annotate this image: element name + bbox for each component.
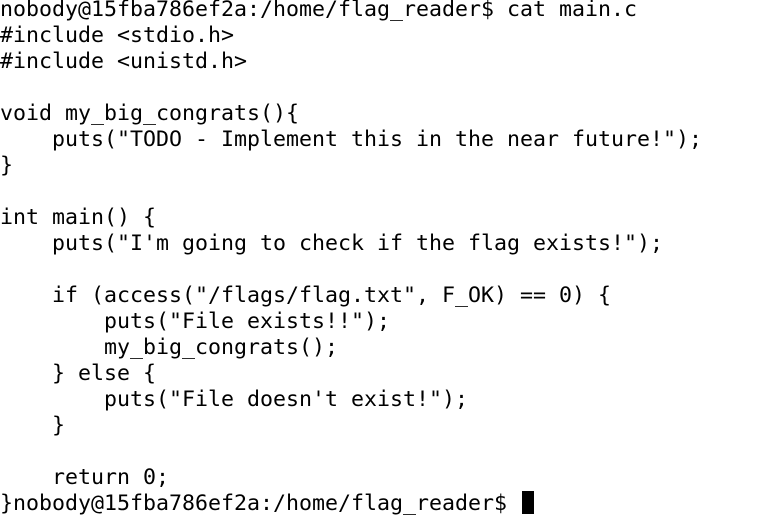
code-line-main-def: int main() { bbox=[0, 205, 157, 230]
code-line-if-access: if (access("/flags/flag.txt", F_OK) == 0… bbox=[0, 283, 612, 308]
code-line-return: return 0; bbox=[0, 465, 170, 490]
code-line-puts-not-exist: puts("File doesn't exist!"); bbox=[0, 387, 469, 412]
code-line-puts-todo: puts("TODO - Implement this in the near … bbox=[0, 127, 703, 152]
code-line-puts-exists: puts("File exists!!"); bbox=[0, 309, 391, 334]
text-cursor bbox=[522, 491, 535, 514]
code-line-call-congrats: my_big_congrats(); bbox=[0, 335, 339, 360]
prompt-text: }nobody@15fba786ef2a:/home/flag_reader$ bbox=[0, 491, 521, 516]
code-line-close-brace: } bbox=[0, 413, 66, 438]
terminal-line-current-prompt[interactable]: }nobody@15fba786ef2a:/home/flag_reader$ bbox=[0, 491, 784, 517]
code-line-func-def: void my_big_congrats(){ bbox=[0, 101, 300, 126]
terminal-window[interactable]: nobody@15fba786ef2a:/home/flag_reader$ c… bbox=[0, 0, 784, 520]
terminal-line-prompt-command: nobody@15fba786ef2a:/home/flag_reader$ c… bbox=[0, 0, 638, 22]
code-line-close-brace: } bbox=[0, 153, 14, 178]
code-line-include-unistd: #include <unistd.h> bbox=[0, 49, 248, 74]
code-line-include-stdio: #include <stdio.h> bbox=[0, 23, 235, 48]
code-line-else: } else { bbox=[0, 361, 157, 386]
code-line-puts-check: puts("I'm going to check if the flag exi… bbox=[0, 231, 664, 256]
